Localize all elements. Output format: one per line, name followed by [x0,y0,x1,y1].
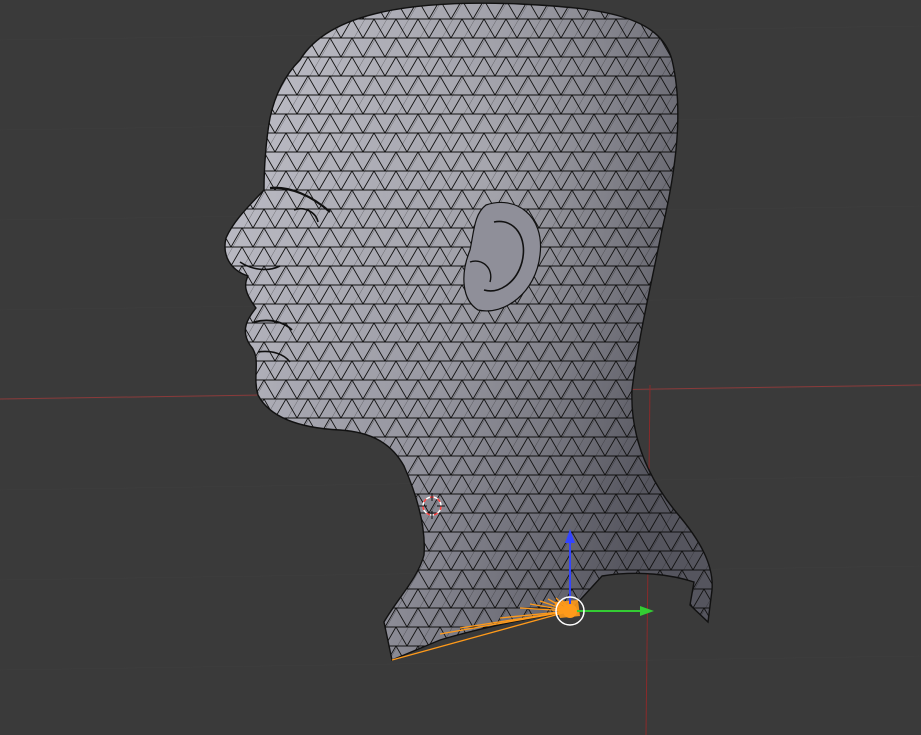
head-mesh-wireframe [224,3,713,660]
viewport-canvas[interactable] [0,0,921,735]
head-mesh[interactable] [0,0,921,690]
gizmo-center-dot[interactable] [563,604,577,618]
3d-viewport[interactable] [0,0,921,735]
